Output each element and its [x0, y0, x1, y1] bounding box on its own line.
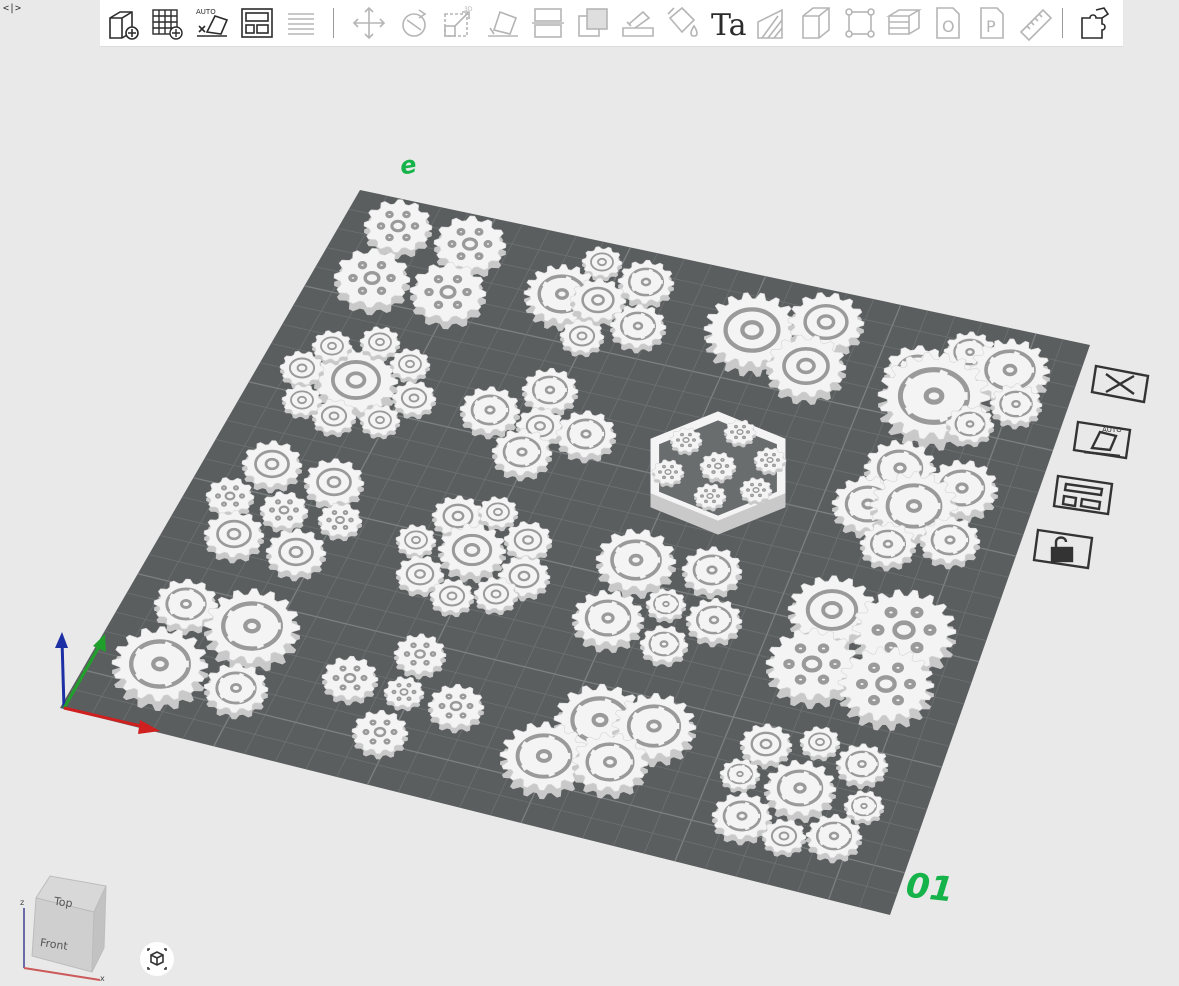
- layer-mesh-icon[interactable]: [885, 4, 923, 42]
- toolbar-separator: [1062, 8, 1063, 38]
- reset-view-button[interactable]: [140, 942, 174, 976]
- build-plate-scene[interactable]: e: [0, 48, 1179, 986]
- arrange-plate-button[interactable]: [1052, 474, 1114, 516]
- auto-orient-plate-button[interactable]: AUTO: [1072, 418, 1134, 460]
- reset-view-icon: [147, 948, 167, 970]
- view-cube-x-letter: x: [100, 974, 105, 983]
- delete-plate-icon: [1090, 364, 1150, 404]
- move-icon[interactable]: [350, 4, 388, 42]
- axis-z: [60, 639, 66, 709]
- boolean-icon[interactable]: [574, 4, 612, 42]
- add-grid-icon[interactable]: [148, 4, 186, 42]
- cut-icon[interactable]: [529, 4, 567, 42]
- color-paint-icon[interactable]: [664, 4, 702, 42]
- auto-orient-plate-icon: AUTO: [1072, 420, 1132, 460]
- auto-plate-label: AUTO: [1102, 426, 1122, 434]
- split-puzzle-icon[interactable]: [1076, 4, 1114, 42]
- rotate-icon[interactable]: [395, 4, 433, 42]
- variable-height-icon[interactable]: [752, 4, 790, 42]
- arrange-icon[interactable]: [238, 4, 276, 42]
- scale-icon[interactable]: 3D: [440, 4, 478, 42]
- add-cube-icon[interactable]: [104, 4, 142, 42]
- support-paint-icon[interactable]: [619, 4, 657, 42]
- part-p-icon[interactable]: P: [973, 4, 1011, 42]
- auto-label: AUTO: [196, 8, 216, 16]
- text-icon[interactable]: Ta: [708, 4, 746, 42]
- arrange-plate-icon: [1052, 474, 1114, 516]
- layers-icon[interactable]: [282, 4, 320, 42]
- main-toolbar: AUTO 3D Ta O P: [100, 0, 1123, 47]
- axis-z-arrow: [55, 632, 68, 648]
- part-o-label: O: [942, 17, 955, 36]
- view-cube-z-letter: z: [20, 898, 25, 907]
- view-cube-top-label: Top: [53, 894, 74, 911]
- part-p-label: P: [986, 17, 996, 36]
- ruler-icon[interactable]: [1017, 4, 1055, 42]
- auto-orient-icon[interactable]: AUTO: [193, 4, 231, 42]
- text-tool-label: Ta: [711, 8, 746, 42]
- plate-name-marker: e: [398, 150, 419, 180]
- toolbar-separator: [333, 8, 334, 38]
- plate-number-label[interactable]: 01: [904, 866, 955, 911]
- measure-box-icon[interactable]: [841, 4, 879, 42]
- lock-plate-icon: [1032, 528, 1094, 570]
- lay-on-face-icon[interactable]: [484, 4, 522, 42]
- view-cube[interactable]: Top Front z x: [14, 868, 124, 986]
- delete-plate-button[interactable]: [1090, 362, 1152, 404]
- lock-plate-button[interactable]: [1032, 528, 1094, 570]
- simplify-icon[interactable]: [797, 4, 835, 42]
- scale-label: 3D: [464, 6, 473, 13]
- panel-collapse-handle[interactable]: <|>: [3, 2, 21, 16]
- 3d-viewport[interactable]: e: [0, 48, 1179, 986]
- part-o-icon[interactable]: O: [929, 4, 967, 42]
